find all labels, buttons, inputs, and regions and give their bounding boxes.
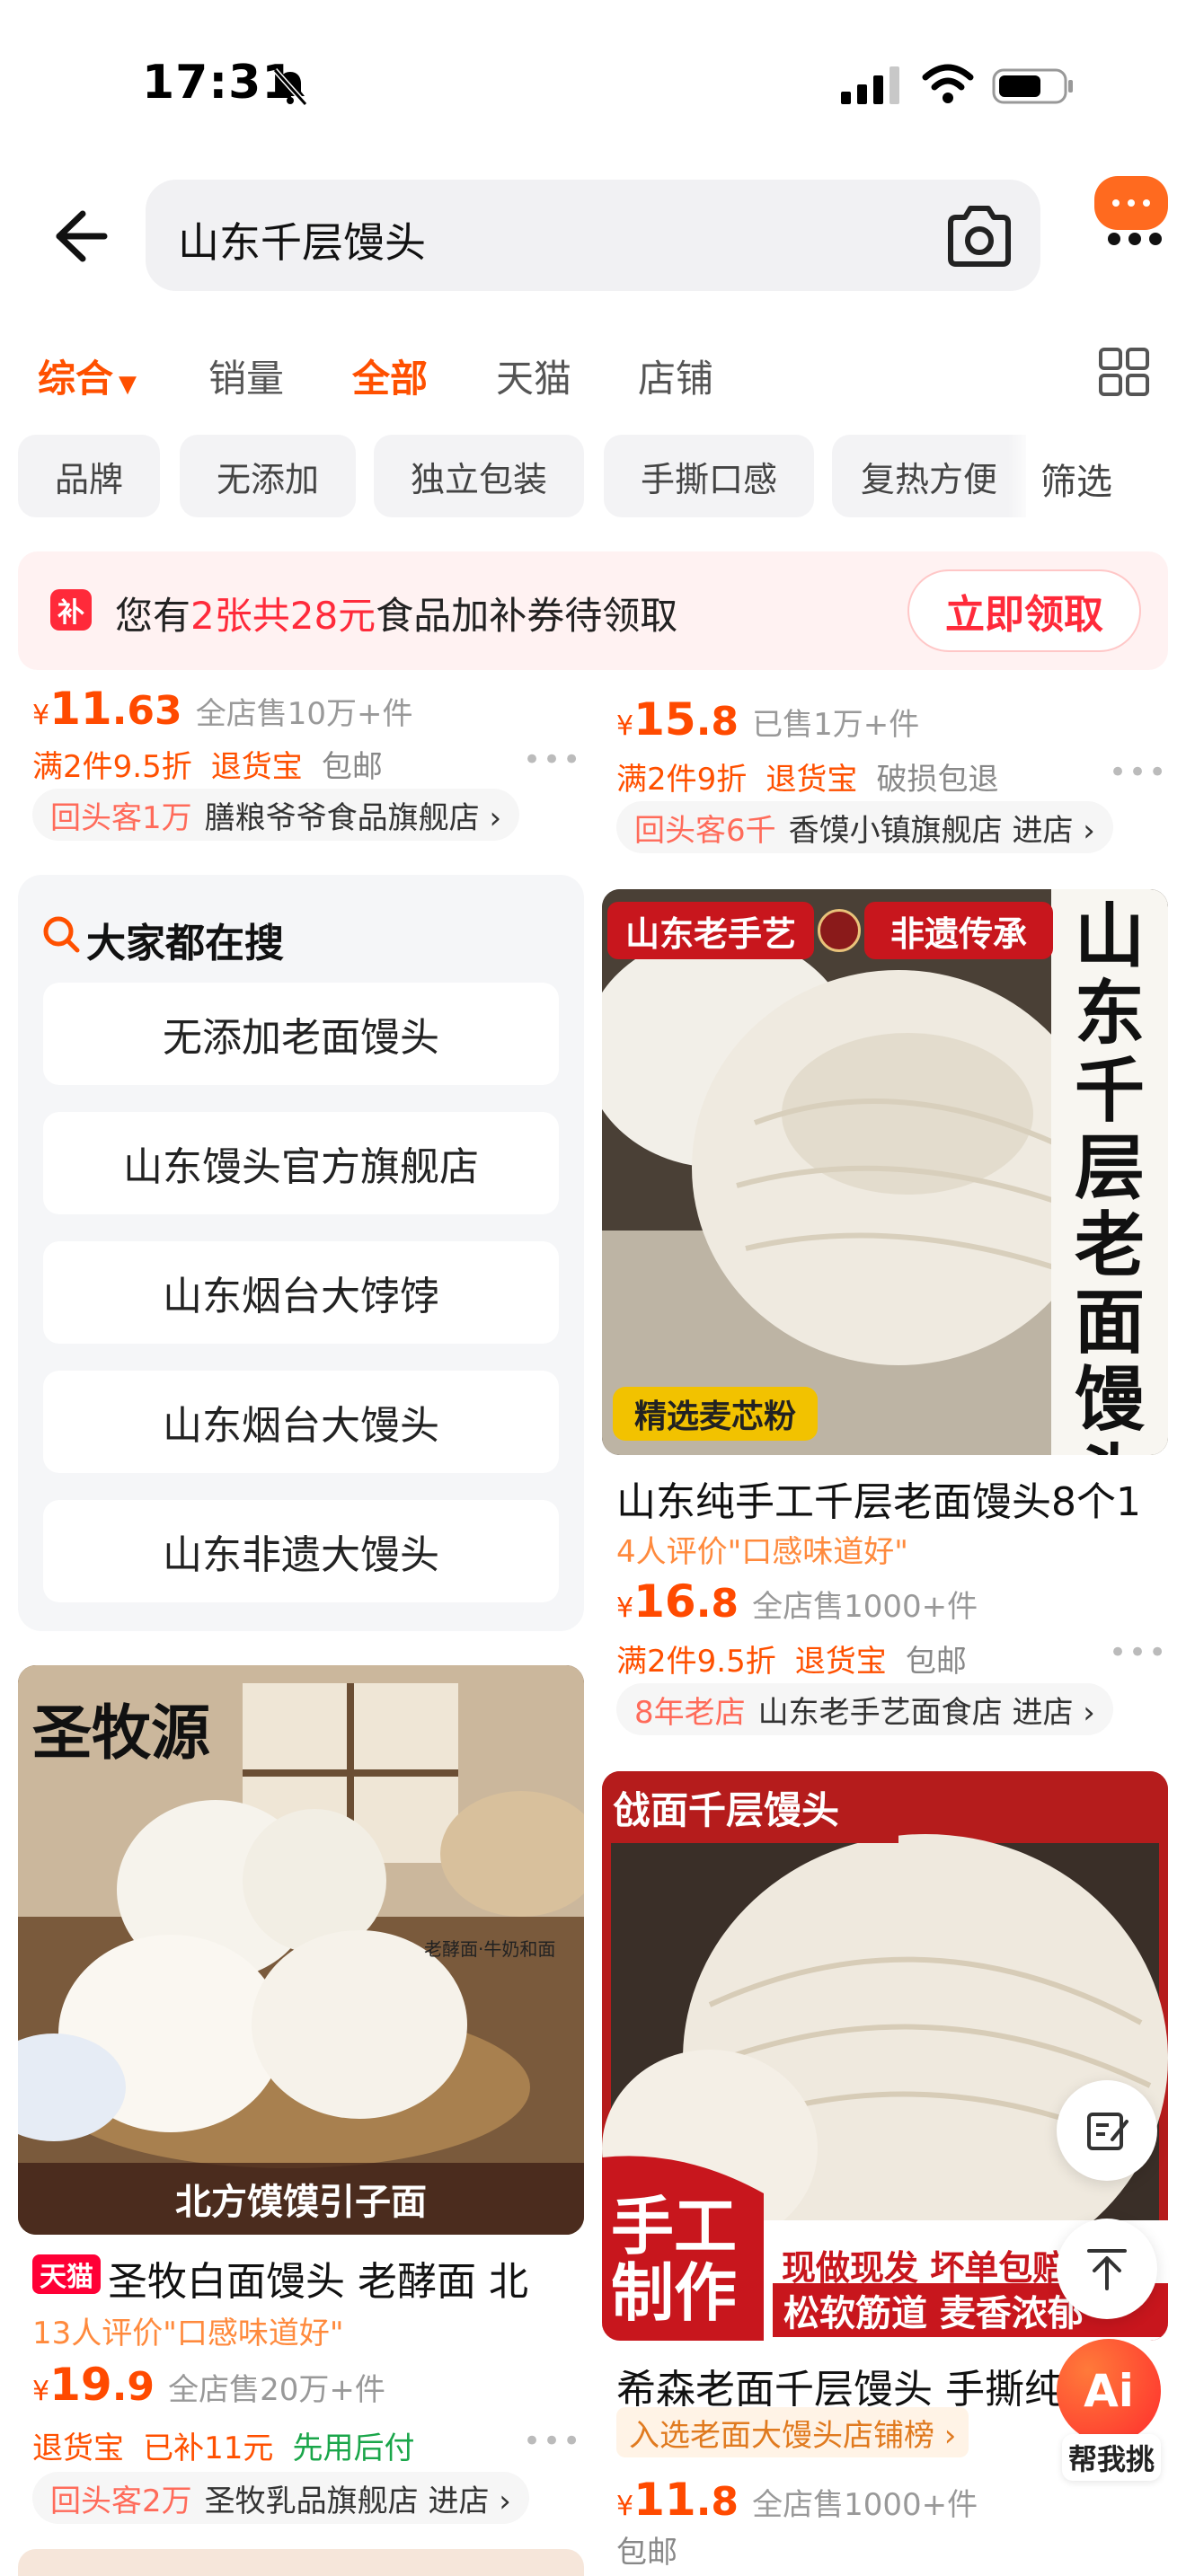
coupon-text: 您有2张共28元食品加补券待领取 (115, 594, 678, 638)
popular-searches-title: 大家都在搜 (86, 921, 284, 966)
grid-view-icon[interactable] (1098, 347, 1150, 397)
chip-brand[interactable]: 品牌 (18, 435, 160, 517)
bell-off-icon (272, 67, 308, 107)
claim-coupon-button[interactable]: 立即领取 (907, 569, 1141, 652)
more-options-icon[interactable]: ••• (523, 2423, 582, 2459)
shop-link[interactable]: 回头客6千 香馍小镇旗舰店 进店 › (616, 801, 1113, 853)
promo-line: 满2件9折 退货宝 破损包退 (616, 762, 999, 798)
search-icon (43, 916, 80, 953)
tab-tmall[interactable]: 天猫 (496, 348, 571, 403)
ranking-badge[interactable]: 入选老面大馒头店铺榜 › (616, 2407, 969, 2457)
image-tag: 山东老手艺 (607, 902, 814, 959)
chip-hand-tear[interactable]: 手撕口感 (604, 435, 814, 517)
popular-search-item[interactable]: 山东非遗大馒头 (43, 1500, 559, 1602)
message-badge[interactable] (1094, 176, 1168, 230)
product-image[interactable]: 圣牧源 老酵面·牛奶和面 北方馍馍引子面 (18, 1665, 584, 2235)
camera-icon[interactable] (943, 203, 1015, 269)
image-tag: 戗面千层馒头 (602, 1771, 898, 1843)
chip-no-additive[interactable]: 无添加 (180, 435, 356, 517)
image-vertical-title: 山东千层老面馒头 (1074, 895, 1145, 1456)
shop-link[interactable]: 8年老店 山东老手艺面食店 进店 › (616, 1683, 1113, 1735)
product-rating: 4人评价"口感味道好" (616, 1534, 908, 1570)
battery-icon (992, 68, 1073, 104)
price-line: ¥11.8 全店售1000+件 (616, 2474, 978, 2526)
popular-search-item[interactable]: 山东烟台大饽饽 (43, 1241, 559, 1344)
more-options-icon[interactable]: ••• (1109, 754, 1168, 790)
product-image[interactable]: 山东老手艺 非遗传承 山东千层老面馒头 精选麦芯粉 (602, 889, 1168, 1455)
tab-sales[interactable]: 销量 (208, 348, 284, 403)
ai-assistant-button[interactable]: Ai (1057, 2339, 1161, 2443)
price-line: ¥11.63 全店售10万+件 (32, 683, 413, 735)
image-caption: 老酵面·牛奶和面 (424, 1938, 556, 1960)
shop-link[interactable]: 回头客2万 圣牧乳品旗舰店 进店 › (32, 2472, 529, 2524)
next-product-image[interactable] (18, 2549, 584, 2576)
subsidy-icon: 补 (50, 589, 92, 631)
emblem-icon (818, 909, 861, 952)
price-line: ¥16.8 全店售1000+件 (616, 1575, 978, 1628)
more-options-icon[interactable]: ••• (1109, 1635, 1168, 1671)
chip-easy-reheat[interactable]: 复热方便 (832, 435, 1026, 517)
edit-floating-button[interactable] (1057, 2080, 1157, 2181)
signal-icon (841, 66, 899, 104)
filter-button[interactable]: 筛选 (1040, 453, 1112, 505)
back-arrow-icon[interactable] (49, 205, 111, 268)
price-line: ¥19.9 全店售20万+件 (32, 2359, 385, 2411)
price-line: ¥15.8 已售1万+件 (616, 693, 920, 745)
image-badge: 精选麦芯粉 (613, 1387, 818, 1441)
product-title[interactable]: 圣牧白面馒头 老酵面 北 (108, 2249, 584, 2307)
back-to-top-button[interactable] (1057, 2219, 1157, 2319)
product-title[interactable]: 山东纯手工千层老面馒头8个1 (616, 1469, 1168, 1527)
tab-comprehensive[interactable]: 综合 ▼ (38, 348, 137, 403)
promo-line: 满2件9.5折 退货宝 包邮 (616, 1644, 967, 1680)
more-options-icon[interactable]: ••• (523, 742, 582, 778)
tab-shops[interactable]: 店铺 (638, 348, 713, 403)
image-bottom-caption: 北方馍馍引子面 (18, 2163, 584, 2235)
chip-individual-pack[interactable]: 独立包装 (374, 435, 584, 517)
popular-search-item[interactable]: 无添加老面馒头 (43, 983, 559, 1085)
promo-line: 满2件9.5折 退货宝 包邮 (32, 749, 383, 785)
shop-link[interactable]: 回头客1万 膳粮爷爷食品旗舰店 › (32, 789, 520, 841)
image-slogan-1: 现做现发 坏单包赔 (782, 2248, 1067, 2288)
back-to-top-icon (1087, 2249, 1127, 2290)
tab-all[interactable]: 全部 (352, 348, 428, 403)
ai-assistant-label[interactable]: 帮我挑 (1062, 2434, 1161, 2481)
popular-search-item[interactable]: 山东烟台大馒头 (43, 1371, 559, 1473)
shipping-text: 包邮 (616, 2535, 677, 2571)
popular-search-item[interactable]: 山东馒头官方旗舰店 (43, 1112, 559, 1214)
edit-icon (1087, 2113, 1128, 2150)
product-title[interactable]: 希森老面千层馒头 手撕纯 (616, 2357, 1084, 2414)
image-hand-made: 手工 制作 (611, 2190, 737, 2330)
promo-line: 退货宝 已补11元 先用后付 (32, 2430, 415, 2466)
chip-fade (1008, 435, 1035, 517)
search-query[interactable]: 山东千层馒头 (178, 210, 426, 269)
tmall-badge: 天猫 (32, 2254, 101, 2294)
image-brand: 圣牧源 (32, 1698, 210, 1768)
more-icon[interactable] (1103, 228, 1166, 250)
wifi-icon (922, 64, 974, 103)
product-rating: 13人评价"口感味道好" (32, 2316, 344, 2351)
image-tag: 非遗传承 (864, 902, 1053, 959)
